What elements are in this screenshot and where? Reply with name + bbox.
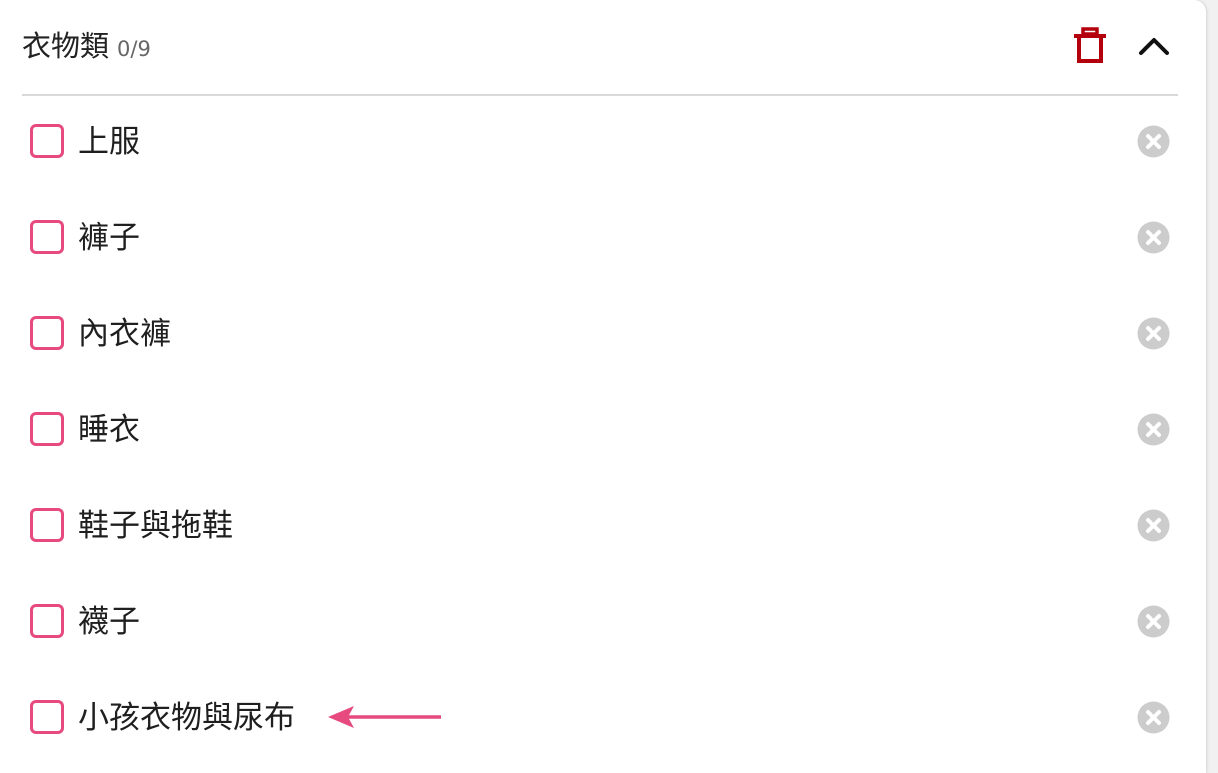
item-label: 睡衣 (78, 412, 140, 448)
remove-item-button[interactable] (1137, 605, 1170, 638)
section-title: 衣物類 0/9 (22, 27, 151, 68)
close-circle-icon (1137, 701, 1170, 734)
remove-item-button[interactable] (1137, 413, 1170, 446)
delete-section-button[interactable] (1070, 26, 1110, 66)
item-checkbox[interactable] (30, 412, 64, 446)
remove-item-button[interactable] (1137, 125, 1170, 158)
close-circle-icon (1137, 605, 1170, 638)
close-circle-icon (1137, 509, 1170, 542)
close-circle-icon (1137, 221, 1170, 254)
close-circle-icon (1137, 413, 1170, 446)
remove-item-button[interactable] (1137, 221, 1170, 254)
item-checkbox[interactable] (30, 220, 64, 254)
list-item: 睡衣 (0, 384, 1206, 480)
section-title-text: 衣物類 (22, 29, 110, 63)
chevron-up-icon (1139, 38, 1169, 55)
section-header: 衣物類 0/9 (22, 0, 1178, 96)
close-circle-icon (1137, 317, 1170, 350)
remove-item-button[interactable] (1137, 509, 1170, 542)
list-item: 小孩衣物與尿布 (0, 672, 1206, 768)
list-item: 褲子 (0, 192, 1206, 288)
item-label: 上服 (78, 124, 140, 160)
close-circle-icon (1137, 125, 1170, 158)
item-checkbox[interactable] (30, 700, 64, 734)
clothing-checklist-panel: 衣物類 0/9 上服 褲子 內衣褲 睡衣 鞋子與拖鞋 襪子 小孩衣物與尿布 (0, 0, 1206, 773)
remove-item-button[interactable] (1137, 317, 1170, 350)
item-checkbox[interactable] (30, 604, 64, 638)
arrow-left-icon (328, 706, 441, 728)
item-count: 0/9 (117, 37, 151, 61)
item-label: 襪子 (78, 604, 140, 640)
list-item: 鞋子與拖鞋 (0, 480, 1206, 576)
list-item: 上服 (0, 96, 1206, 192)
list-item: 內衣褲 (0, 288, 1206, 384)
item-label: 鞋子與拖鞋 (78, 508, 233, 544)
annotation-arrow (328, 703, 443, 731)
item-label: 褲子 (78, 220, 140, 256)
remove-item-button[interactable] (1137, 701, 1170, 734)
item-checkbox[interactable] (30, 124, 64, 158)
list-item: 襪子 (0, 576, 1206, 672)
collapse-section-button[interactable] (1136, 28, 1172, 64)
trash-icon (1074, 27, 1106, 63)
item-label: 小孩衣物與尿布 (78, 700, 295, 736)
item-checkbox[interactable] (30, 508, 64, 542)
item-label: 內衣褲 (78, 316, 171, 352)
item-checkbox[interactable] (30, 316, 64, 350)
